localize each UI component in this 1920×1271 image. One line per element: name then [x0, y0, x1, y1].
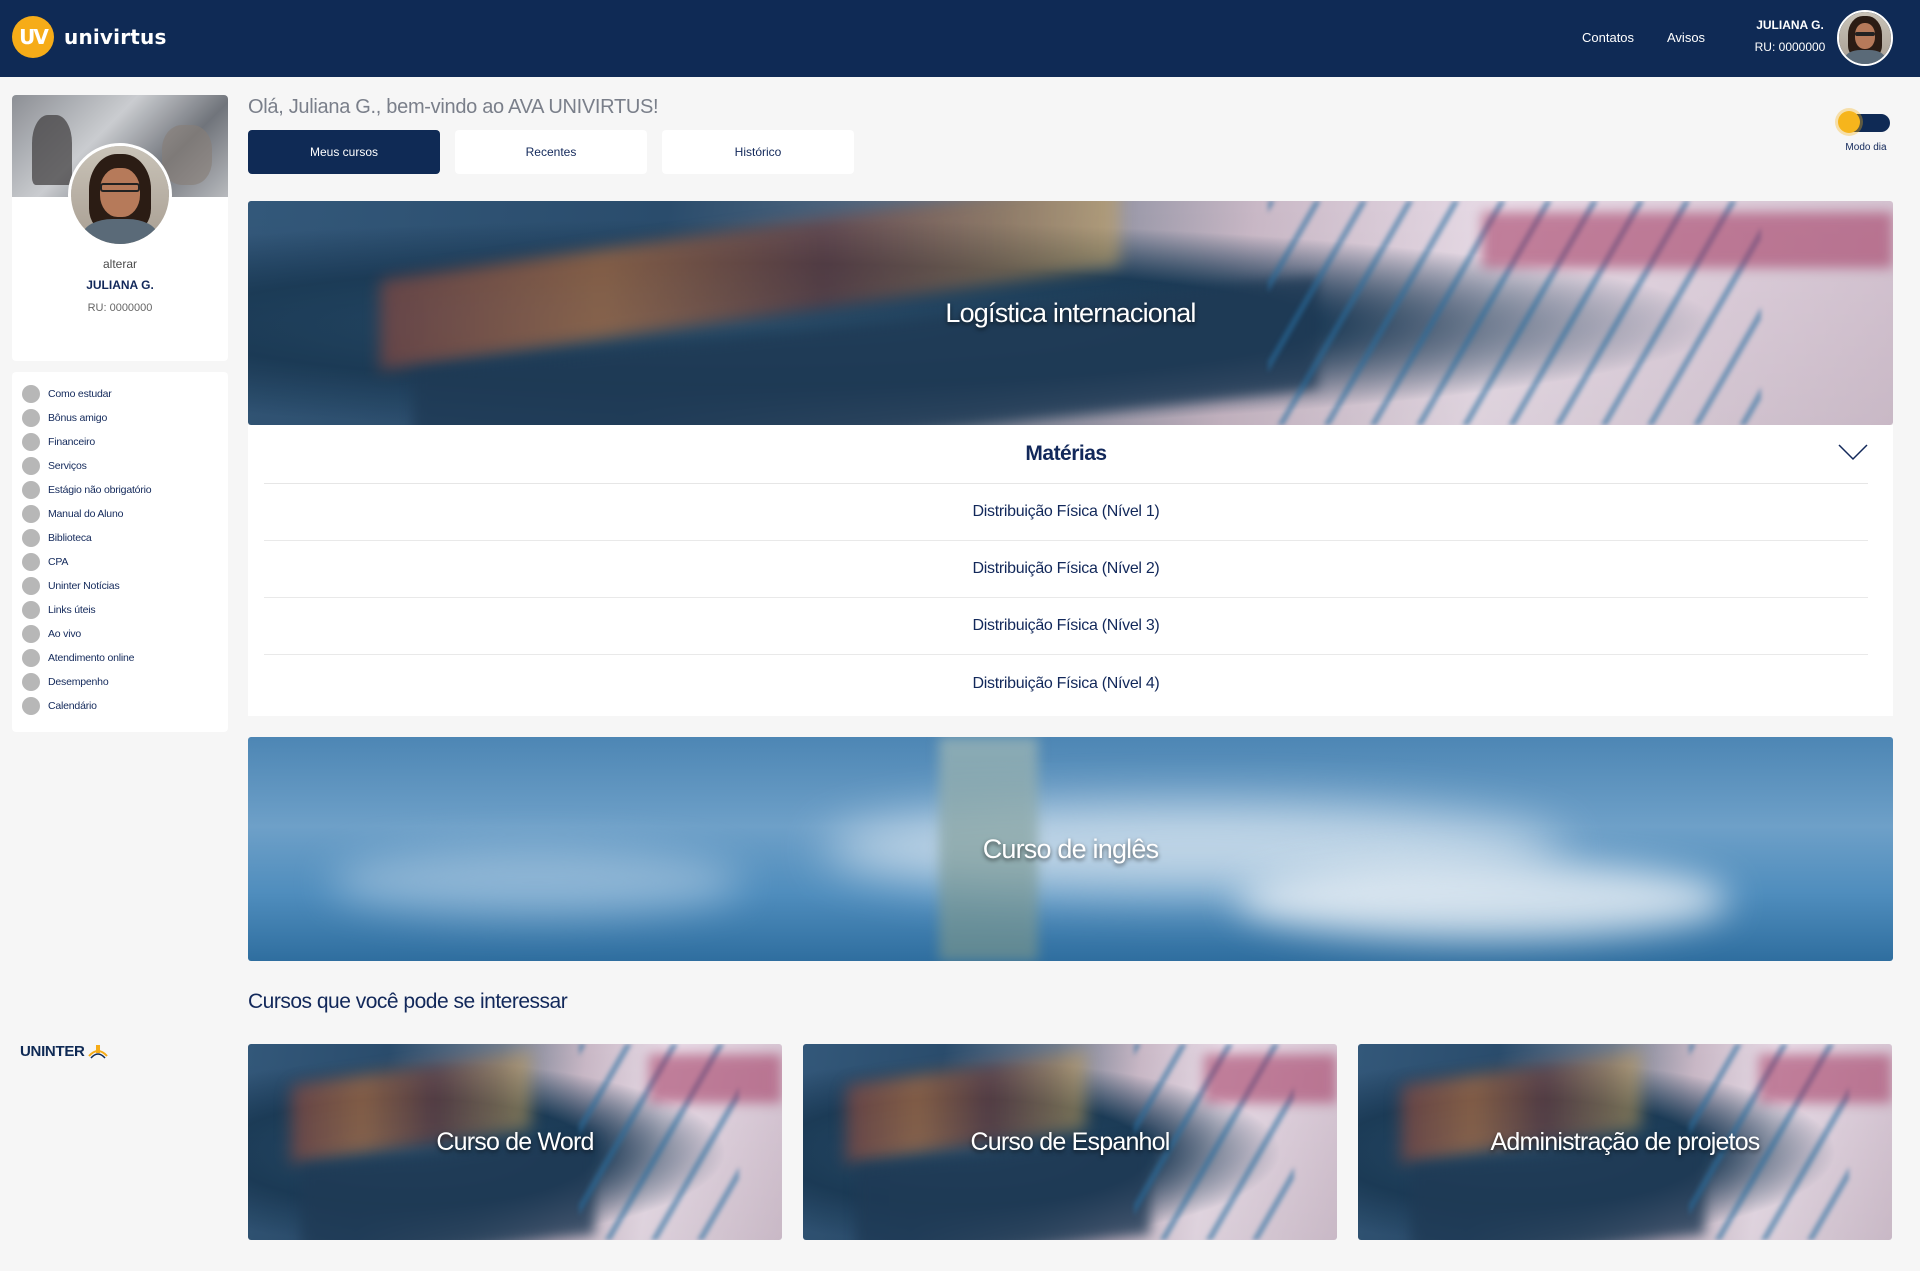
nav-contatos-link[interactable]: Contatos [1582, 30, 1634, 45]
circle-bullet-icon [22, 673, 40, 691]
sidebar-item-label: Atendimento online [48, 652, 135, 664]
avatar-photo [1839, 12, 1891, 64]
user-ru: RU: 0000000 [1754, 40, 1826, 54]
day-mode-toggle[interactable] [1838, 111, 1890, 133]
chevron-down-icon[interactable] [1838, 443, 1868, 461]
subjects-header[interactable]: Matérias [264, 425, 1868, 484]
sidebar-item[interactable]: Calendário [22, 694, 151, 718]
user-info[interactable]: JULIANA G. RU: 0000000 [1745, 18, 1835, 54]
circle-bullet-icon [22, 433, 40, 451]
user-name: JULIANA G. [1756, 18, 1824, 32]
circle-bullet-icon [22, 409, 40, 427]
change-photo-link[interactable]: alterar [12, 257, 228, 271]
circle-bullet-icon [22, 577, 40, 595]
sidebar-item-label: Biblioteca [48, 532, 92, 544]
sidebar-item[interactable]: Bônus amigo [22, 406, 151, 430]
subject-row[interactable]: Distribuição Física (Nível 4) [264, 655, 1868, 712]
circle-bullet-icon [22, 385, 40, 403]
sidebar-item-label: Financeiro [48, 436, 96, 448]
tab-historico[interactable]: Histórico [662, 130, 854, 174]
suggestion-card-word[interactable]: Curso de Word [248, 1044, 782, 1240]
tab-meus-cursos[interactable]: Meus cursos [248, 130, 440, 174]
profile-avatar-photo [71, 146, 169, 244]
tab-recentes[interactable]: Recentes [455, 130, 647, 174]
suggestion-title: Curso de Espanhol [970, 1127, 1170, 1156]
sidebar-item[interactable]: Ao vivo [22, 622, 151, 646]
circle-bullet-icon [22, 457, 40, 475]
sidebar-menu: Como estudar Bônus amigo Financeiro Serviço… [12, 372, 228, 732]
sidebar-item[interactable]: Atendimento online [22, 646, 151, 670]
day-mode-label: Modo dia [1845, 142, 1887, 153]
circle-bullet-icon [22, 625, 40, 643]
sidebar-item[interactable]: Desempenho [22, 670, 151, 694]
course-title: Curso de inglês [982, 833, 1159, 864]
sidebar-item-label: Serviços [48, 460, 87, 472]
subject-row[interactable]: Distribuição Física (Nível 2) [264, 541, 1868, 598]
suggestion-card-espanhol[interactable]: Curso de Espanhol [803, 1044, 1337, 1240]
circle-bullet-icon [22, 697, 40, 715]
sidebar-item[interactable]: Como estudar [22, 382, 151, 406]
sidebar-list: Como estudar Bônus amigo Financeiro Serviço… [22, 382, 152, 718]
subject-row[interactable]: Distribuição Física (Nível 1) [264, 484, 1868, 541]
profile-avatar[interactable] [68, 143, 172, 247]
sidebar-item-label: Bônus amigo [48, 412, 108, 424]
sidebar-item-label: Estágio não obrigatório [48, 484, 152, 496]
suggestion-card-projetos[interactable]: Administração de projetos [1358, 1044, 1892, 1240]
circle-bullet-icon [22, 649, 40, 667]
sidebar-item[interactable]: Manual do Aluno [22, 502, 151, 526]
circle-bullet-icon [22, 505, 40, 523]
sidebar-item[interactable]: Serviços [22, 454, 151, 478]
sidebar-item[interactable]: Uninter Notícias [22, 574, 151, 598]
greeting: Olá, Juliana G., bem-vindo ao AVA UNIVIR… [248, 96, 659, 118]
uninter-logo-text: UNINTER [20, 1042, 85, 1060]
suggestion-title: Curso de Word [436, 1127, 594, 1156]
sidebar-item[interactable]: CPA [22, 550, 151, 574]
circle-bullet-icon [22, 601, 40, 619]
nav-avisos-link[interactable]: Avisos [1667, 30, 1705, 45]
sidebar-item-label: Manual do Aluno [48, 508, 124, 520]
course-banner-logistica[interactable]: Logística internacional [248, 201, 1893, 425]
uv-logo-icon: UV [12, 16, 54, 58]
sun-icon [1838, 111, 1860, 133]
sidebar-item-label: Uninter Notícias [48, 580, 120, 592]
sidebar-item-label: Como estudar [48, 388, 112, 400]
circle-bullet-icon [22, 553, 40, 571]
course-title: Logística internacional [945, 297, 1196, 328]
uninter-logo[interactable]: UNINTER [20, 1042, 109, 1060]
sidebar-item-label: Links úteis [48, 604, 96, 616]
circle-bullet-icon [22, 529, 40, 547]
sidebar-item[interactable]: Biblioteca [22, 526, 151, 550]
top-bar: UV univirtus Contatos Avisos JULIANA G. … [0, 0, 1920, 77]
profile-name: JULIANA G. [86, 278, 154, 292]
sidebar-item[interactable]: Estágio não obrigatório [22, 478, 152, 502]
subjects-title: Matérias [1025, 442, 1107, 465]
brand-logo[interactable]: UV univirtus [12, 16, 167, 58]
sidebar-item-label: Ao vivo [48, 628, 82, 640]
circle-bullet-icon [22, 481, 40, 499]
sidebar-item-label: Desempenho [48, 676, 109, 688]
profile-ru: RU: 0000000 [87, 302, 153, 314]
profile-card: alterar JULIANA G. RU: 0000000 [12, 95, 228, 361]
subjects-panel: Matérias Distribuição Física (Nível 1) D… [248, 425, 1893, 716]
avatar[interactable] [1837, 10, 1893, 66]
subject-row[interactable]: Distribuição Física (Nível 3) [264, 598, 1868, 655]
suggestions-title: Cursos que você pode se interessar [248, 990, 568, 1013]
brand-name: univirtus [64, 25, 167, 49]
sidebar-item-label: Calendário [48, 700, 97, 712]
sidebar-item-label: CPA [48, 556, 69, 568]
sidebar-item[interactable]: Financeiro [22, 430, 151, 454]
suggestion-title: Administração de projetos [1490, 1127, 1760, 1156]
sidebar-item[interactable]: Links úteis [22, 598, 151, 622]
uninter-mark-icon [87, 1045, 108, 1059]
course-banner-ingles[interactable]: Curso de inglês [248, 737, 1893, 961]
